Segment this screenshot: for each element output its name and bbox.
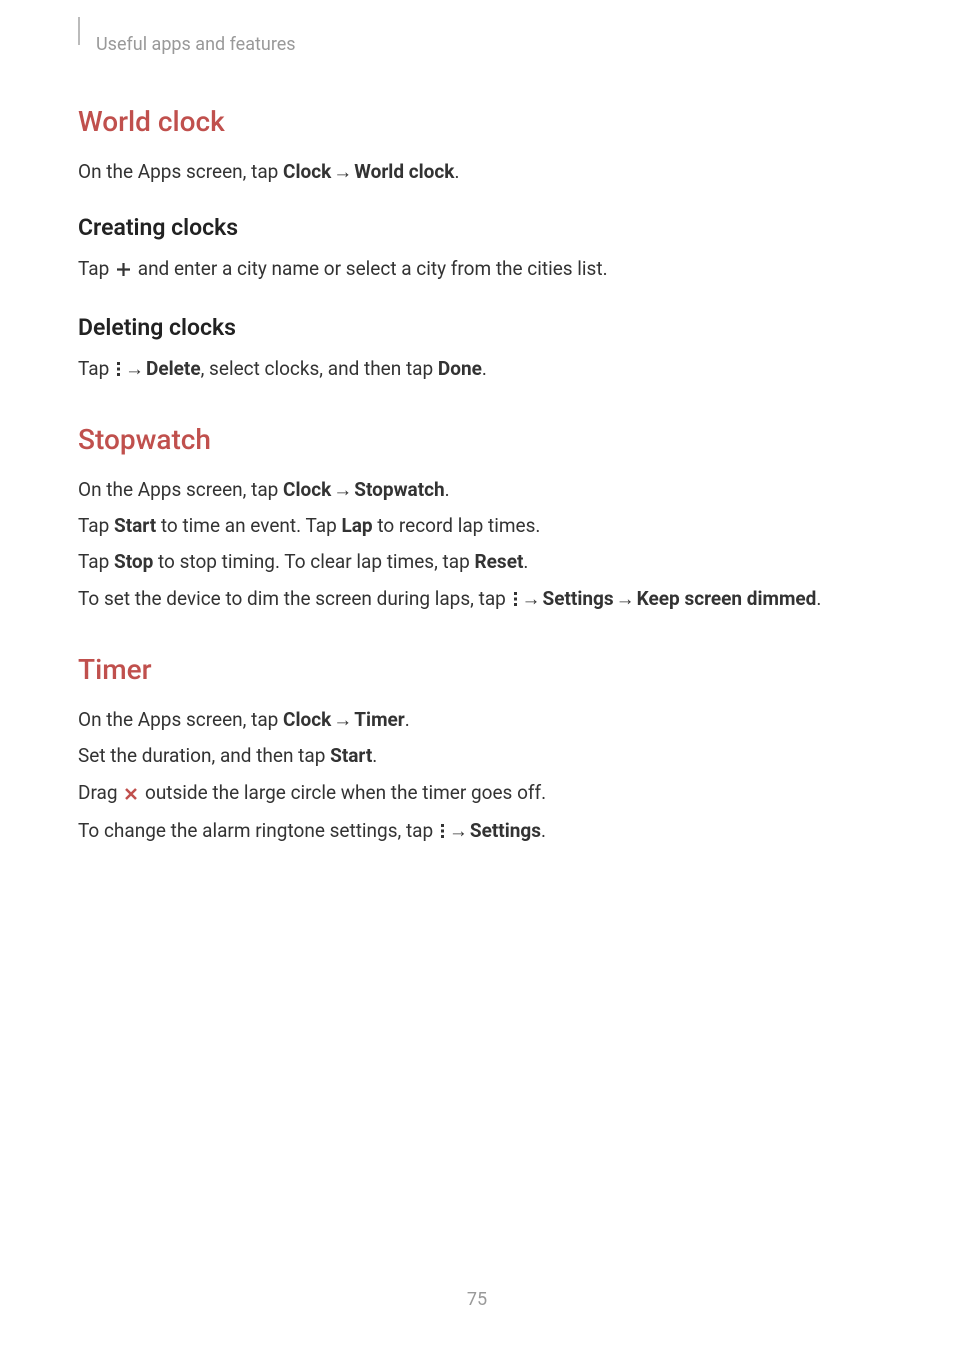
- more-options-icon: [116, 355, 121, 387]
- text: to time an event. Tap: [156, 514, 341, 537]
- timer-line1: On the Apps screen, tap Clock → Timer.: [78, 704, 876, 736]
- text: Set the duration, and then tap: [78, 744, 330, 767]
- arrow-icon: →: [125, 353, 144, 385]
- bold-clock: Clock: [283, 160, 331, 183]
- text: and enter a city name or select a city f…: [133, 257, 608, 280]
- text: To change the alarm ringtone settings, t…: [78, 819, 438, 842]
- text: On the Apps screen, tap: [78, 478, 283, 501]
- text: Tap: [78, 550, 114, 573]
- close-x-icon: [124, 779, 138, 811]
- more-options-icon: [440, 817, 445, 849]
- bold-settings: Settings: [543, 587, 614, 610]
- text: , select clocks, and then tap: [201, 357, 438, 380]
- bold-timer: Timer: [354, 708, 404, 731]
- text: Tap: [78, 357, 114, 380]
- text: .: [482, 357, 487, 380]
- breadcrumb: Useful apps and features: [96, 34, 296, 55]
- subsection-creating-clocks: Creating clocks: [78, 214, 876, 241]
- text: to stop timing. To clear lap times, tap: [153, 550, 474, 573]
- text: .: [541, 819, 546, 842]
- text: Tap: [78, 514, 114, 537]
- section-timer: Timer On the Apps screen, tap Clock → Ti…: [78, 653, 876, 849]
- text: .: [523, 550, 528, 573]
- text: Drag: [78, 781, 122, 804]
- bold-done: Done: [438, 357, 482, 380]
- text: .: [816, 587, 821, 610]
- text: .: [454, 160, 459, 183]
- stopwatch-line1: On the Apps screen, tap Clock → Stopwatc…: [78, 474, 876, 506]
- bold-reset: Reset: [475, 550, 524, 573]
- text: On the Apps screen, tap: [78, 160, 283, 183]
- text: to record lap times.: [373, 514, 541, 537]
- bold-clock: Clock: [283, 708, 331, 731]
- section-stopwatch: Stopwatch On the Apps screen, tap Clock …: [78, 423, 876, 617]
- text: To set the device to dim the screen duri…: [78, 587, 511, 610]
- deleting-clocks-body: Tap → Delete, select clocks, and then ta…: [78, 353, 876, 387]
- page-content: Useful apps and features World clock On …: [0, 0, 954, 849]
- subsection-deleting-clocks: Deleting clocks: [78, 314, 876, 341]
- arrow-icon: →: [522, 583, 541, 615]
- bold-keep-screen-dimmed: Keep screen dimmed: [637, 587, 817, 610]
- text: .: [372, 744, 377, 767]
- section-title-stopwatch: Stopwatch: [78, 423, 876, 456]
- bold-start: Start: [330, 744, 372, 767]
- timer-line3: Drag outside the large circle when the t…: [78, 777, 876, 811]
- section-title-timer: Timer: [78, 653, 876, 686]
- more-options-icon: [513, 585, 518, 617]
- text: Tap: [78, 257, 114, 280]
- bold-settings: Settings: [470, 819, 541, 842]
- bold-delete: Delete: [146, 357, 201, 380]
- stopwatch-line3: Tap Stop to stop timing. To clear lap ti…: [78, 546, 876, 578]
- creating-clocks-body: Tap and enter a city name or select a ci…: [78, 253, 876, 287]
- stopwatch-line2: Tap Start to time an event. Tap Lap to r…: [78, 510, 876, 542]
- bold-world-clock: World clock: [354, 160, 454, 183]
- text: outside the large circle when the timer …: [140, 781, 546, 804]
- page-header: Useful apps and features: [78, 34, 876, 55]
- timer-line2: Set the duration, and then tap Start.: [78, 740, 876, 772]
- bold-stopwatch: Stopwatch: [354, 478, 444, 501]
- text: .: [445, 478, 450, 501]
- section-world-clock: World clock On the Apps screen, tap Cloc…: [78, 105, 876, 387]
- bold-clock: Clock: [283, 478, 331, 501]
- header-divider: [78, 17, 80, 45]
- arrow-icon: →: [333, 704, 352, 736]
- arrow-icon: →: [449, 815, 468, 847]
- bold-stop: Stop: [114, 550, 153, 573]
- text: On the Apps screen, tap: [78, 708, 283, 731]
- section-title-world-clock: World clock: [78, 105, 876, 138]
- timer-line4: To change the alarm ringtone settings, t…: [78, 815, 876, 849]
- world-clock-intro: On the Apps screen, tap Clock → World cl…: [78, 156, 876, 188]
- page-number: 75: [0, 1289, 954, 1310]
- arrow-icon: →: [616, 583, 635, 615]
- bold-start: Start: [114, 514, 156, 537]
- stopwatch-line4: To set the device to dim the screen duri…: [78, 583, 876, 617]
- bold-lap: Lap: [341, 514, 372, 537]
- arrow-icon: →: [333, 474, 352, 506]
- plus-icon: [116, 255, 131, 287]
- text: .: [405, 708, 410, 731]
- arrow-icon: →: [333, 156, 352, 188]
